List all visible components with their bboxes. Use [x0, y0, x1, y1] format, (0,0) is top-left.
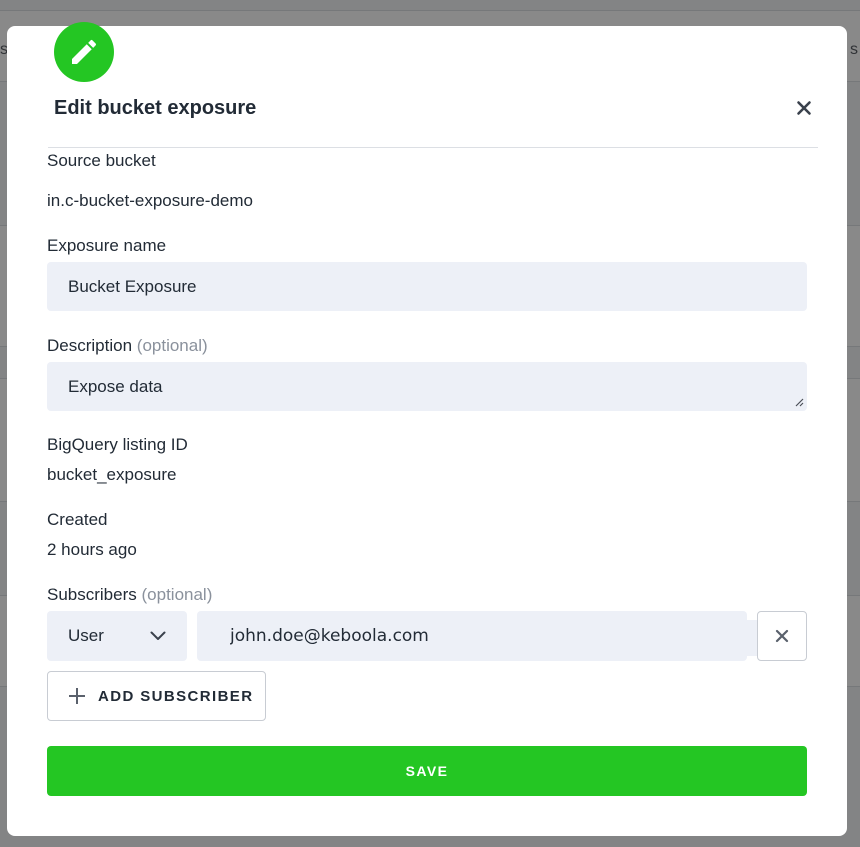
listing-id-label: BigQuery listing ID [47, 435, 188, 454]
subscribers-label-text: Subscribers [47, 585, 137, 604]
exposure-name-input[interactable] [47, 262, 807, 311]
add-subscriber-label: ADD SUBSCRIBER [98, 687, 254, 705]
modal-header-badge [54, 22, 114, 82]
exposure-name-label: Exposure name [47, 236, 167, 255]
resize-handle-icon[interactable] [794, 397, 804, 407]
plus-icon [68, 687, 86, 705]
header-divider [48, 147, 818, 148]
created-value: 2 hours ago [47, 540, 137, 559]
created-label: Created [47, 510, 108, 529]
description-textarea[interactable] [47, 362, 807, 411]
optional-hint: (optional) [136, 336, 208, 355]
listing-id-value: bucket_exposure [47, 465, 177, 484]
subscriber-email-input[interactable] [197, 611, 747, 661]
chevron-down-icon [150, 631, 166, 640]
description-label: Description (optional) [47, 336, 208, 356]
subscribers-label: Subscribers (optional) [47, 585, 212, 605]
subscriber-role-select[interactable]: User [47, 611, 187, 661]
save-button[interactable]: SAVE [47, 746, 807, 796]
modal-title: Edit bucket exposure [54, 97, 257, 119]
optional-hint: (optional) [141, 585, 213, 604]
add-subscriber-button[interactable]: ADD SUBSCRIBER [47, 671, 266, 721]
remove-subscriber-button[interactable] [757, 611, 807, 661]
description-label-text: Description [47, 336, 133, 355]
close-button[interactable] [791, 95, 817, 121]
close-icon [797, 101, 811, 115]
source-bucket-label: Source bucket [47, 151, 156, 170]
pencil-icon [72, 39, 97, 64]
source-bucket-value: in.c-bucket-exposure-demo [47, 191, 253, 210]
close-icon [775, 629, 789, 643]
subscriber-role-value: User [68, 626, 104, 645]
